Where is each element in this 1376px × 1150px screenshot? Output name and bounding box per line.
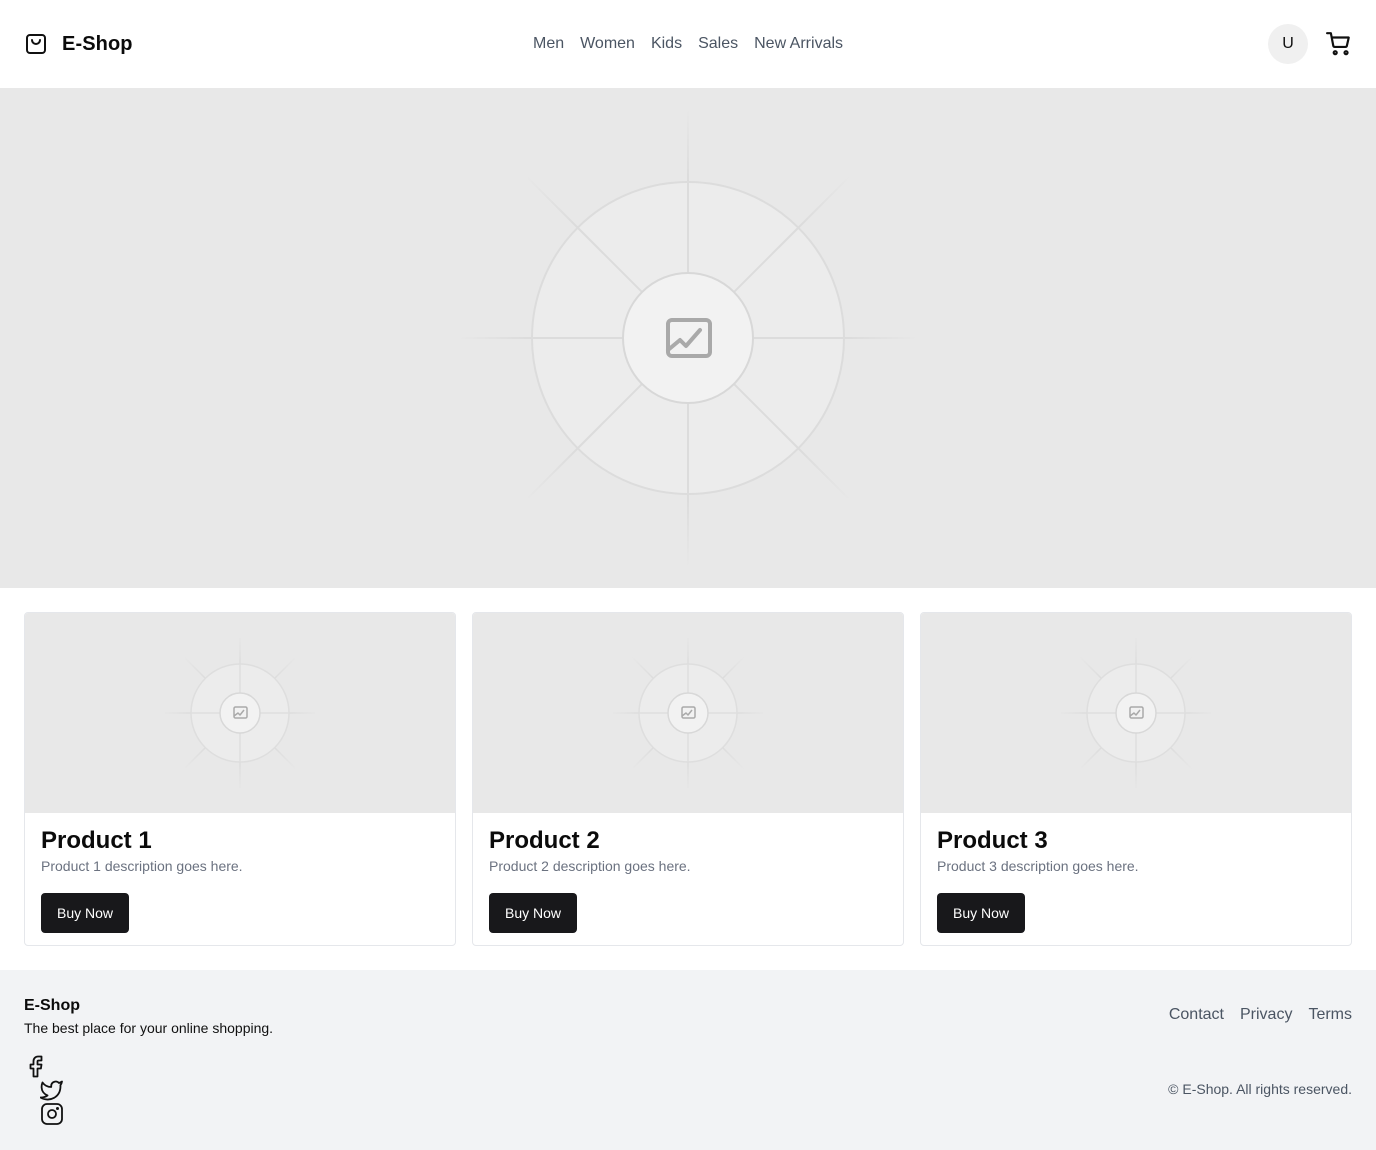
image-placeholder-icon xyxy=(1061,638,1211,788)
product-title: Product 1 xyxy=(41,827,152,854)
product-description: Product 3 description goes here. xyxy=(937,858,1139,874)
product-image xyxy=(25,613,455,813)
footer-brand: E-Shop xyxy=(24,997,80,1014)
instagram-icon[interactable] xyxy=(40,1102,64,1126)
header-actions: U xyxy=(1268,24,1352,64)
hero-banner xyxy=(0,88,1376,588)
product-card: Product 3 Product 3 description goes her… xyxy=(920,612,1352,946)
buy-now-button[interactable]: Buy Now xyxy=(41,893,130,933)
buy-now-button[interactable]: Buy Now xyxy=(489,893,578,933)
product-card: Product 1 Product 1 description goes her… xyxy=(24,612,456,946)
social-links xyxy=(24,1054,84,1134)
footer-link-terms[interactable]: Terms xyxy=(1308,1006,1352,1024)
product-image xyxy=(473,613,903,813)
product-title: Product 2 xyxy=(489,827,600,854)
footer-tagline: The best place for your online shopping. xyxy=(24,1020,274,1036)
image-placeholder-icon xyxy=(613,638,763,788)
image-placeholder-icon xyxy=(165,638,315,788)
product-grid: Product 1 Product 1 description goes her… xyxy=(24,612,1352,946)
nav-new-arrivals[interactable]: New Arrivals xyxy=(754,35,843,53)
product-description: Product 2 description goes here. xyxy=(489,858,691,874)
product-card: Product 2 Product 2 description goes her… xyxy=(472,612,904,946)
facebook-icon[interactable] xyxy=(27,1054,45,1078)
nav-men[interactable]: Men xyxy=(533,35,564,53)
brand-name: E-Shop xyxy=(62,32,133,55)
product-details: Product 2 Product 2 description goes her… xyxy=(473,813,903,945)
main-nav: Men Women Kids Sales New Arrivals xyxy=(0,0,1376,88)
avatar[interactable]: U xyxy=(1268,24,1308,64)
site-footer: E-Shop The best place for your online sh… xyxy=(0,970,1376,1150)
product-details: Product 3 Product 3 description goes her… xyxy=(921,813,1351,945)
cart-icon[interactable] xyxy=(1326,31,1352,57)
image-placeholder-icon xyxy=(458,108,918,568)
footer-links: Contact Privacy Terms xyxy=(1169,1006,1352,1024)
brand[interactable]: E-Shop xyxy=(24,32,133,56)
copyright-text: © E-Shop. All rights reserved. xyxy=(1168,1081,1352,1097)
nav-kids[interactable]: Kids xyxy=(651,35,682,53)
site-header: E-Shop Men Women Kids Sales New Arrivals… xyxy=(0,0,1376,88)
nav-sales[interactable]: Sales xyxy=(698,35,738,53)
product-description: Product 1 description goes here. xyxy=(41,858,243,874)
product-image xyxy=(921,613,1351,813)
product-title: Product 3 xyxy=(937,827,1048,854)
product-details: Product 1 Product 1 description goes her… xyxy=(25,813,455,945)
footer-link-privacy[interactable]: Privacy xyxy=(1240,1006,1292,1024)
nav-women[interactable]: Women xyxy=(580,35,635,53)
buy-now-button[interactable]: Buy Now xyxy=(937,893,1026,933)
footer-link-contact[interactable]: Contact xyxy=(1169,1006,1224,1024)
twitter-icon[interactable] xyxy=(40,1079,64,1101)
shopping-bag-icon xyxy=(26,34,46,54)
